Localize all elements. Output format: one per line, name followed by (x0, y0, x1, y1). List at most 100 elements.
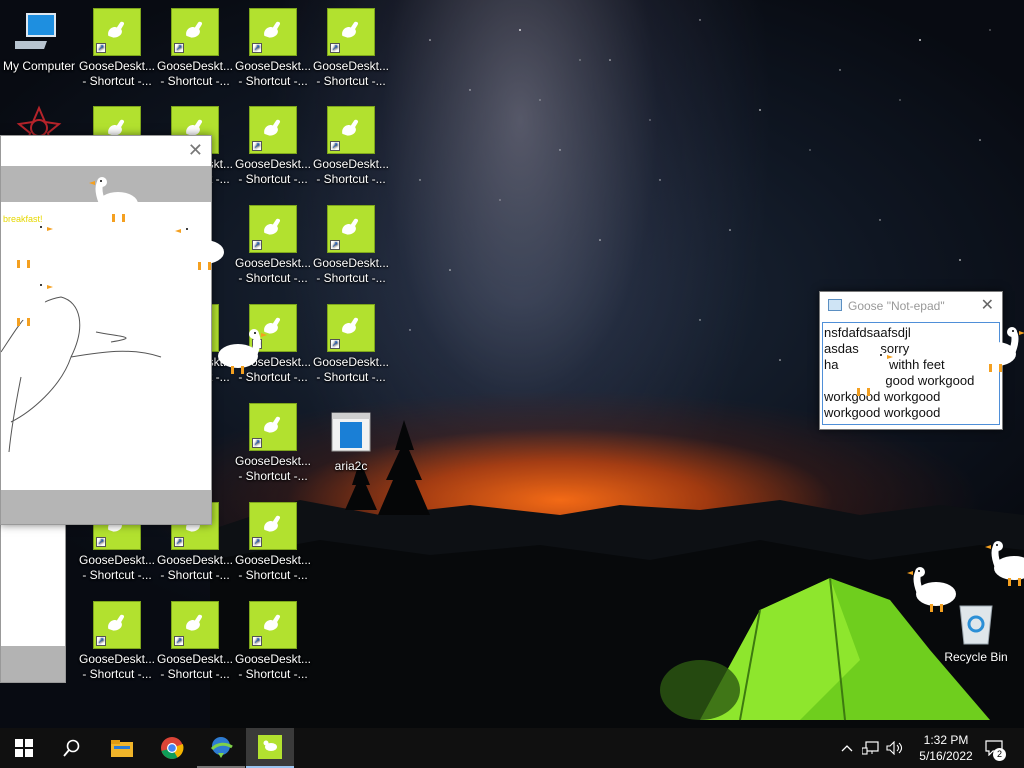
notepad-line: ha withh feet (824, 357, 945, 372)
shortcut-label: GooseDeskt... - Shortcut -... (78, 59, 156, 88)
start-button[interactable] (0, 728, 48, 768)
aria2c-file-icon (327, 408, 375, 456)
shortcut-label: GooseDeskt... - Shortcut -... (234, 59, 312, 88)
goose-desktop-shortcut[interactable]: ↗ GooseDeskt... - Shortcut -... (78, 601, 156, 682)
shortcut-arrow-icon: ↗ (174, 537, 184, 547)
goose-drawing-window[interactable]: ✕ breakfast! (0, 135, 212, 525)
network-button[interactable] (860, 728, 882, 768)
shortcut-arrow-icon: ↗ (330, 43, 340, 53)
shortcut-label: GooseDeskt... - Shortcut -... (312, 59, 390, 88)
notepad-line: asdas sorry (824, 341, 910, 356)
notepad-line: nsfdafdsaafsdjl (824, 325, 911, 340)
goose-desktop-shortcut[interactable]: ↗ GooseDeskt... - Shortcut -... (312, 106, 390, 187)
shortcut-label: GooseDeskt... - Shortcut -... (312, 355, 390, 384)
windows-logo-icon (15, 739, 33, 757)
goose-app-icon: ↗ (93, 8, 141, 56)
notepad-title: Goose "Not-epad" (848, 299, 945, 313)
shortcut-arrow-icon: ↗ (252, 43, 262, 53)
volume-button[interactable] (884, 728, 906, 768)
goose-app-icon: ↗ (93, 601, 141, 649)
goose-app-icon: ↗ (327, 106, 375, 154)
shortcut-label: GooseDeskt... - Shortcut -... (312, 157, 390, 186)
action-center-button[interactable] (980, 728, 1008, 768)
notepad-text-area[interactable]: nsfdafdsaafsdjl asdas sorry ha withh fee… (822, 322, 1000, 425)
shortcut-arrow-icon: ↗ (330, 240, 340, 250)
notepad-titlebar[interactable]: Goose "Not-epad" ✕ (820, 292, 1002, 320)
shortcut-arrow-icon: ↗ (96, 636, 106, 646)
shortcut-arrow-icon: ↗ (174, 43, 184, 53)
clock-date: 5/16/2022 (919, 749, 973, 763)
chrome-button[interactable] (148, 728, 196, 768)
search-icon (63, 739, 80, 757)
scribble-drawing (0, 296, 162, 453)
my-computer-label: My Computer (2, 59, 76, 73)
shortcut-arrow-icon: ↗ (252, 339, 262, 349)
close-icon[interactable]: ✕ (188, 140, 203, 161)
goose-desktop-shortcut[interactable]: ↗ GooseDeskt... - Shortcut -... (234, 502, 312, 583)
background-window[interactable] (0, 520, 66, 683)
idm-button[interactable] (197, 728, 245, 768)
goose-app-icon (258, 735, 282, 759)
notification-count-badge: 2 (993, 748, 1006, 761)
shortcut-label: GooseDeskt... - Shortcut -... (78, 553, 156, 582)
goose-app-button[interactable] (246, 728, 294, 768)
drawing-window-titlebar[interactable]: ✕ (1, 136, 211, 166)
my-computer-icon[interactable]: My Computer (0, 8, 78, 74)
goose-app-icon: ↗ (249, 205, 297, 253)
goose-desktop-shortcut[interactable]: ↗ GooseDeskt... - Shortcut -... (234, 106, 312, 187)
taskbar: 1:32 PM 5/16/2022 2 (0, 728, 1024, 768)
chevron-up-icon (841, 745, 853, 752)
goose-desktop-shortcut[interactable]: ↗ GooseDeskt... - Shortcut -... (234, 403, 312, 484)
goose-app-icon: ↗ (327, 304, 375, 352)
speaker-icon (886, 741, 903, 755)
shortcut-label: GooseDeskt... - Shortcut -... (234, 652, 312, 681)
goose-app-icon: ↗ (249, 304, 297, 352)
shortcut-label: GooseDeskt... - Shortcut -... (156, 553, 234, 582)
goose-app-icon: ↗ (327, 8, 375, 56)
recycle-bin-label: Recycle Bin (944, 650, 1008, 664)
goose-app-icon: ↗ (171, 601, 219, 649)
idm-icon (210, 737, 233, 758)
goose-app-icon: ↗ (171, 8, 219, 56)
computer-icon (10, 8, 63, 56)
goose-sprite-icon (982, 540, 1024, 595)
search-button[interactable] (48, 728, 96, 768)
shortcut-arrow-icon: ↗ (330, 339, 340, 349)
goose-desktop-shortcut[interactable]: ↗ GooseDeskt... - Shortcut -... (156, 8, 234, 89)
trash-bin-icon (959, 605, 993, 645)
network-icon (862, 741, 879, 755)
shortcut-arrow-icon: ↗ (252, 240, 262, 250)
shortcut-label: GooseDeskt... - Shortcut -... (234, 553, 312, 582)
goose-desktop-shortcut[interactable]: ↗ GooseDeskt... - Shortcut -... (78, 8, 156, 89)
goose-desktop-shortcut[interactable]: ↗ GooseDeskt... - Shortcut -... (234, 304, 312, 385)
goose-app-icon: ↗ (249, 601, 297, 649)
goose-desktop-shortcut[interactable]: ↗ GooseDeskt... - Shortcut -... (156, 601, 234, 682)
show-hidden-icons-button[interactable] (838, 728, 856, 768)
goose-desktop-shortcut[interactable]: ↗ GooseDeskt... - Shortcut -... (234, 8, 312, 89)
drawing-canvas[interactable]: breakfast! (0, 202, 211, 490)
shortcut-arrow-icon: ↗ (330, 141, 340, 151)
shortcut-label: GooseDeskt... - Shortcut -... (234, 454, 312, 483)
goose-desktop-shortcut[interactable]: ↗ GooseDeskt... - Shortcut -... (312, 8, 390, 89)
clock-time: 1:32 PM (923, 733, 969, 747)
clock[interactable]: 1:32 PM 5/16/2022 (918, 732, 974, 764)
close-icon[interactable]: ✕ (981, 292, 994, 320)
goose-app-icon: ↗ (249, 106, 297, 154)
goose-desktop-shortcut[interactable]: ↗ GooseDeskt... - Shortcut -... (234, 205, 312, 286)
shortcut-arrow-icon: ↗ (96, 537, 106, 547)
goose-desktop-shortcut[interactable]: ↗ GooseDeskt... - Shortcut -... (312, 205, 390, 286)
shortcut-label: GooseDeskt... - Shortcut -... (234, 256, 312, 285)
file-explorer-button[interactable] (98, 728, 146, 768)
aria2c-icon[interactable]: aria2c (312, 408, 390, 474)
recycle-bin-icon[interactable]: Recycle Bin (940, 600, 1012, 664)
shortcut-arrow-icon: ↗ (252, 636, 262, 646)
goose-desktop-shortcut[interactable]: ↗ GooseDeskt... - Shortcut -... (312, 304, 390, 385)
goose-desktop-shortcut[interactable]: ↗ GooseDeskt... - Shortcut -... (234, 601, 312, 682)
shortcut-arrow-icon: ↗ (174, 636, 184, 646)
shortcut-arrow-icon: ↗ (96, 43, 106, 53)
notepad-icon (828, 299, 842, 311)
aria2c-label: aria2c (334, 459, 368, 473)
chrome-icon (161, 737, 184, 759)
goose-notepad-window[interactable]: Goose "Not-epad" ✕ nsfdafdsaafsdjl asdas… (819, 291, 1003, 430)
notepad-line: good workgood (824, 373, 975, 388)
